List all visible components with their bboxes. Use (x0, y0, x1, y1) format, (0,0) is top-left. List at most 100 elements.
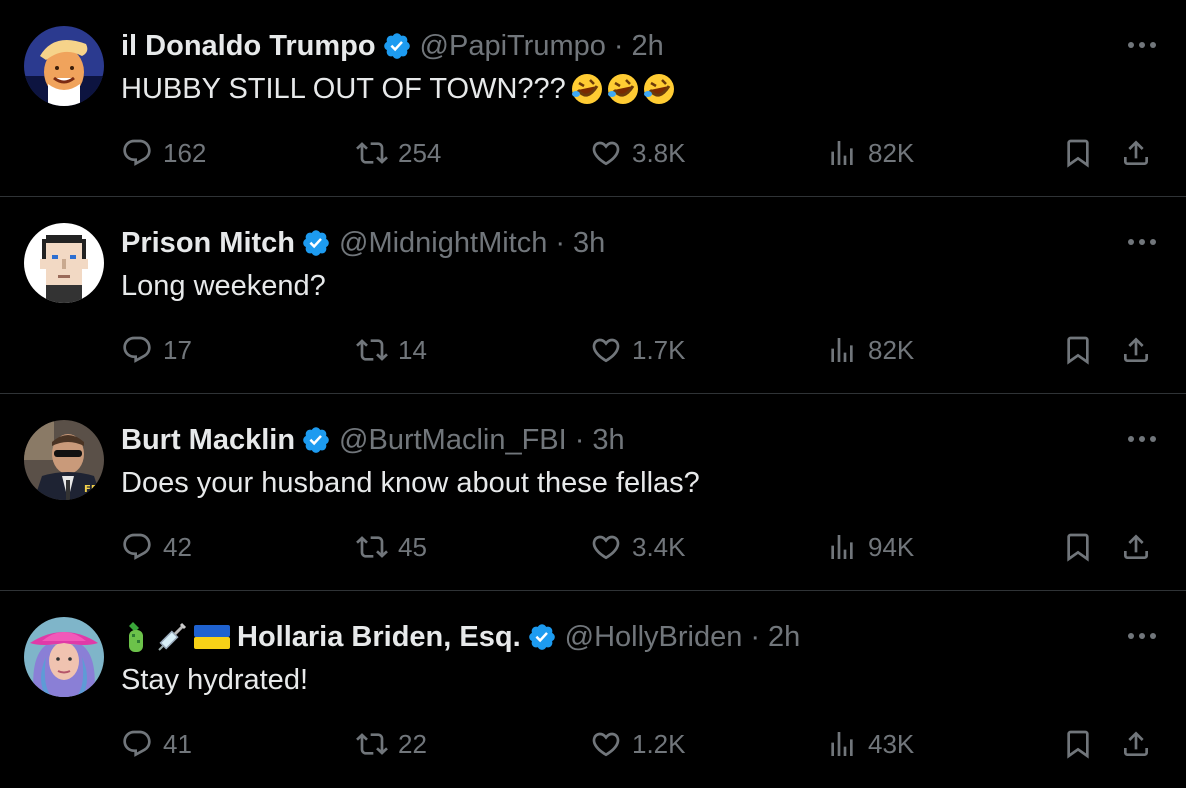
like-button[interactable]: 1.7K (590, 333, 686, 367)
views-button[interactable]: 82K (826, 333, 914, 367)
heart-icon (592, 535, 620, 560)
more-options-icon[interactable] (1124, 424, 1160, 454)
tweet-header: Hollaria Briden, Esq. @HollyBriden · 2h (121, 617, 800, 657)
views-chart-icon (831, 338, 853, 362)
views-count: 94K (868, 531, 915, 562)
tweet-text-content: Long weekend? (121, 270, 326, 302)
views-chart-icon (831, 732, 853, 756)
verified-badge-icon (382, 31, 412, 61)
share-icon (1124, 731, 1148, 756)
retweet-button[interactable]: 45 (356, 530, 427, 564)
tweet-text: Long weekend? (121, 267, 326, 305)
retweet-icon (356, 733, 388, 755)
user-handle[interactable]: @PapiTrumpo (420, 26, 606, 66)
retweet-icon (356, 339, 388, 361)
views-button[interactable]: 43K (826, 727, 914, 761)
tweet-text-content: Does your husband know about these fella… (121, 467, 700, 499)
reply-icon (123, 139, 151, 166)
views-count: 43K (868, 728, 915, 759)
fbi-agent-avatar-icon: FBI (24, 420, 104, 500)
name-emoji-prefix (121, 620, 235, 654)
avatar[interactable] (24, 223, 104, 303)
share-button[interactable] (1120, 530, 1152, 564)
reply-button[interactable]: 42 (121, 530, 192, 564)
tweet-text: HUBBY STILL OUT OF TOWN??? (121, 70, 676, 108)
tweet-feed: il Donaldo Trumpo @PapiTrumpo · 2h HUBBY… (0, 0, 1186, 788)
like-count: 1.2K (632, 728, 686, 759)
bookmark-button[interactable] (1062, 530, 1094, 564)
timestamp[interactable]: 2h (768, 617, 800, 657)
bookmark-icon (1067, 336, 1089, 365)
tweet-text-content: HUBBY STILL OUT OF TOWN??? (121, 73, 566, 105)
bookmark-button[interactable] (1062, 136, 1094, 170)
views-button[interactable]: 94K (826, 530, 914, 564)
timestamp[interactable]: 3h (573, 223, 605, 263)
tweet[interactable]: Prison Mitch @MidnightMitch · 3h Long we… (0, 197, 1186, 394)
timestamp[interactable]: 2h (632, 26, 664, 66)
more-options-icon[interactable] (1124, 227, 1160, 257)
bookmark-icon (1067, 533, 1089, 562)
bookmark-icon (1067, 139, 1089, 168)
share-button[interactable] (1120, 333, 1152, 367)
reply-count: 17 (163, 334, 192, 365)
reply-icon (123, 336, 151, 363)
avatar[interactable] (24, 617, 104, 697)
user-handle[interactable]: @BurtMaclin_FBI (339, 420, 567, 460)
reply-button[interactable]: 162 (121, 136, 206, 170)
like-button[interactable]: 1.2K (590, 727, 686, 761)
ukraine-flag-emoji-icon (194, 625, 230, 649)
more-options-icon[interactable] (1124, 30, 1160, 60)
reply-button[interactable]: 41 (121, 727, 192, 761)
like-count: 3.4K (632, 531, 686, 562)
retweet-button[interactable]: 22 (356, 727, 427, 761)
retweet-button[interactable]: 14 (356, 333, 427, 367)
retweet-count: 45 (398, 531, 427, 562)
display-name[interactable]: Burt Macklin (121, 420, 295, 460)
reply-count: 162 (163, 137, 207, 168)
pink-hat-woman-avatar-icon (24, 617, 104, 697)
share-icon (1124, 140, 1148, 165)
tweet-header: Prison Mitch @MidnightMitch · 3h (121, 223, 605, 263)
reply-count: 41 (163, 728, 192, 759)
user-handle[interactable]: @MidnightMitch (339, 223, 547, 263)
tweet[interactable]: il Donaldo Trumpo @PapiTrumpo · 2h HUBBY… (0, 0, 1186, 197)
reply-icon (123, 533, 151, 560)
views-count: 82K (868, 334, 915, 365)
verified-badge-icon (301, 228, 331, 258)
timestamp[interactable]: 3h (592, 420, 624, 460)
share-icon (1124, 534, 1148, 559)
syringe-emoji-icon (158, 622, 187, 651)
reply-button[interactable]: 17 (121, 333, 192, 367)
display-name[interactable]: il Donaldo Trumpo (121, 26, 376, 66)
user-handle[interactable]: @HollyBriden (565, 617, 743, 657)
retweet-button[interactable]: 254 (356, 136, 441, 170)
share-icon (1124, 337, 1148, 362)
tweet-actions: 162 254 3.8K 82K (0, 136, 1186, 170)
tweet[interactable]: Hollaria Briden, Esq. @HollyBriden · 2h … (0, 591, 1186, 788)
tweet[interactable]: FBI Burt Macklin @BurtMaclin_FBI · 3h Do… (0, 394, 1186, 591)
reply-icon (123, 730, 151, 757)
retweet-icon (356, 536, 388, 558)
retweet-count: 14 (398, 334, 427, 365)
bookmark-button[interactable] (1062, 333, 1094, 367)
like-button[interactable]: 3.8K (590, 136, 686, 170)
avatar[interactable] (24, 26, 104, 106)
like-count: 3.8K (632, 137, 686, 168)
views-button[interactable]: 82K (826, 136, 914, 170)
share-button[interactable] (1120, 136, 1152, 170)
separator-dot: · (555, 227, 566, 259)
more-options-icon[interactable] (1124, 621, 1160, 651)
share-button[interactable] (1120, 727, 1152, 761)
bookmark-button[interactable] (1062, 727, 1094, 761)
display-name[interactable]: Hollaria Briden, Esq. (237, 617, 521, 657)
avatar[interactable]: FBI (24, 420, 104, 500)
svg-text:FBI: FBI (84, 484, 102, 495)
tweet-header: il Donaldo Trumpo @PapiTrumpo · 2h (121, 26, 664, 66)
bookmark-icon (1067, 730, 1089, 759)
display-name[interactable]: Prison Mitch (121, 223, 295, 263)
cucumber-emoji-icon (129, 622, 143, 652)
tweet-actions: 41 22 1.2K 43K (0, 727, 1186, 761)
like-button[interactable]: 3.4K (590, 530, 686, 564)
retweet-count: 22 (398, 728, 427, 759)
tweet-text-content: Stay hydrated! (121, 664, 308, 696)
